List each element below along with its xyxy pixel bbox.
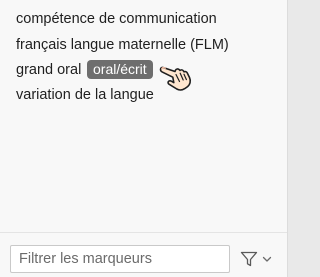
filter-tags-input[interactable] (11, 246, 229, 272)
tag-item-variation-langue[interactable]: variation de la langue (16, 86, 154, 104)
tag-item-oral-ecrit-selected[interactable]: oral/écrit (87, 60, 153, 79)
filter-menu-button[interactable] (240, 248, 278, 270)
tag-item-grand-oral[interactable]: grand oral (16, 61, 81, 79)
filter-field[interactable] (10, 245, 230, 273)
panel-divider (0, 232, 287, 233)
chevron-down-icon (262, 256, 272, 262)
tags-panel: compétence de communication français lan… (0, 0, 288, 277)
tag-item-francais-langue-maternelle[interactable]: français langue maternelle (FLM) (16, 36, 229, 54)
tag-item-competence-communication[interactable]: compétence de communication (16, 10, 217, 28)
funnel-icon (240, 251, 258, 267)
hand-pointer-icon (159, 66, 192, 91)
